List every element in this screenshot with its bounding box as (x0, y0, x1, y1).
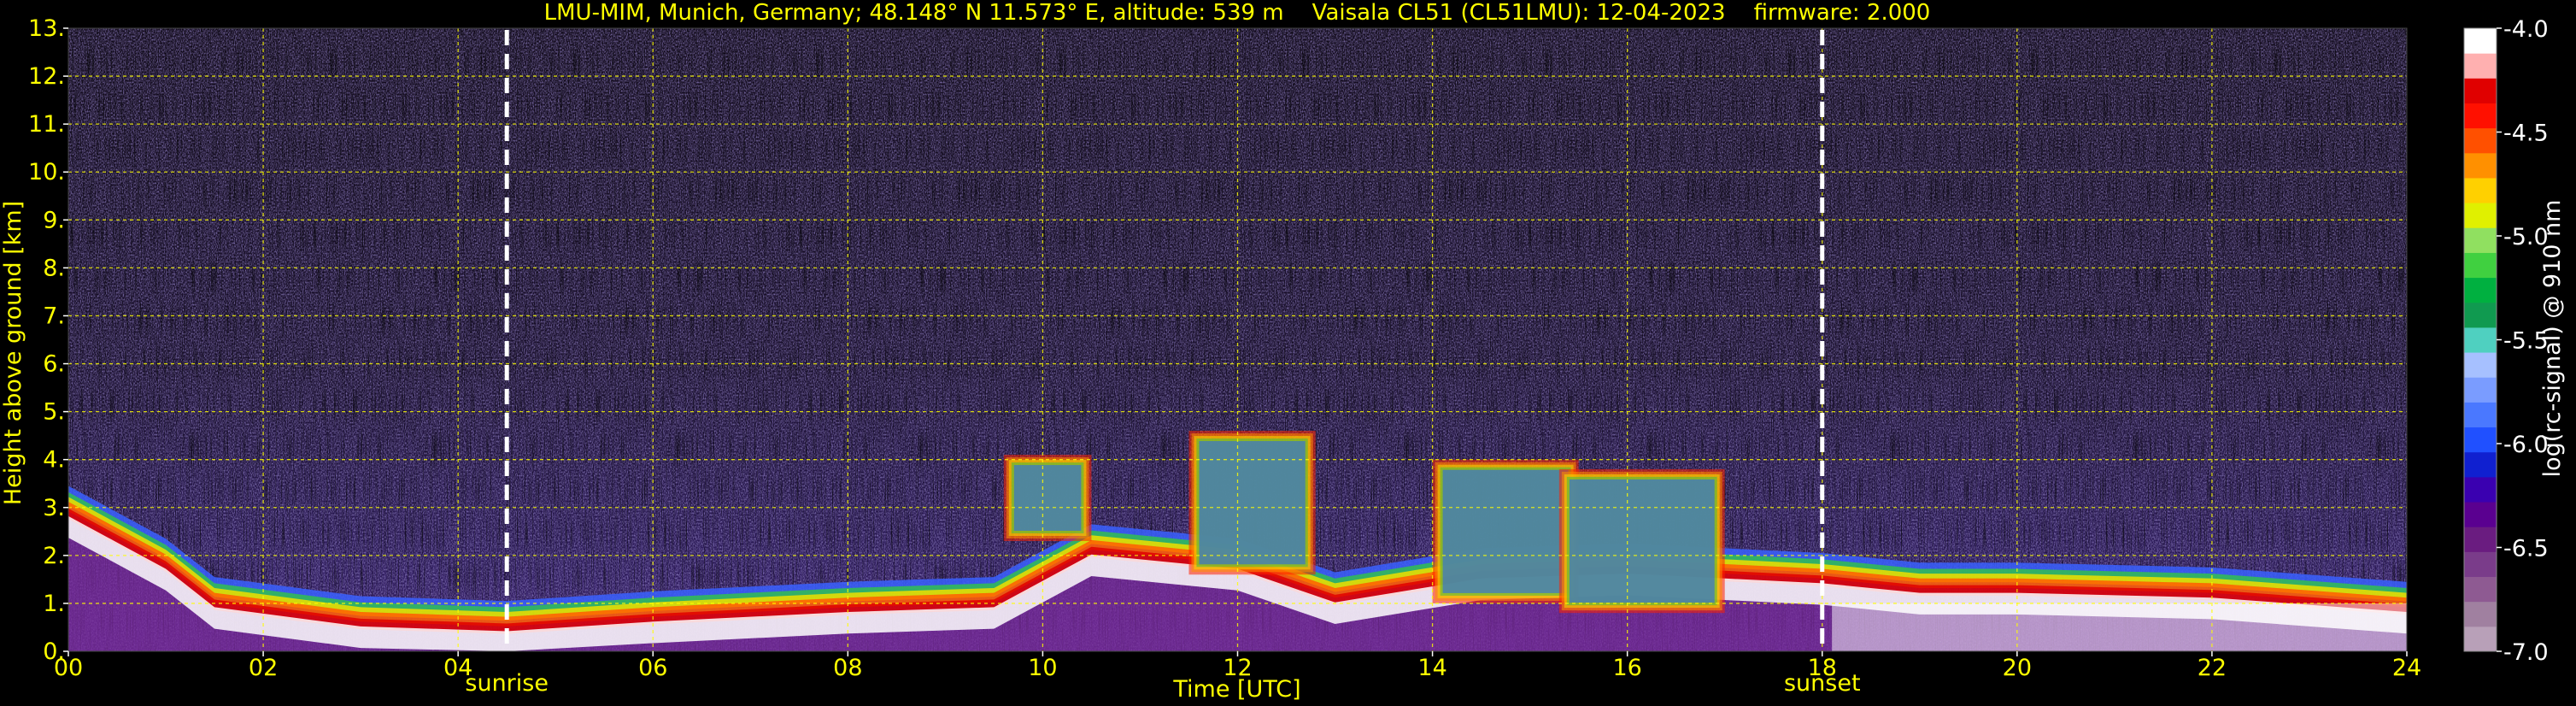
colorbar-segment (2464, 252, 2497, 279)
x-tick-label: 14 (1417, 655, 1446, 681)
y-tick-label: 11. (28, 111, 65, 138)
cloud-layer (1442, 469, 1569, 593)
y-tick-label: 12. (28, 63, 65, 90)
colorbar-tick-label: -4.5 (2503, 121, 2549, 147)
colorbar-segment (2464, 476, 2497, 503)
x-tick-label: 02 (249, 655, 278, 681)
colorbar-segment (2464, 103, 2497, 129)
colorbar-segment (2464, 352, 2497, 378)
colorbar-tick-label: -4.0 (2503, 16, 2549, 43)
y-tick-label: 0. (43, 638, 65, 665)
surface-layer (1832, 603, 2407, 651)
y-tick-label: 7. (43, 303, 65, 329)
colorbar-segment (2464, 626, 2497, 652)
colorbar-segment (2464, 78, 2497, 103)
colorbar-segment (2464, 53, 2497, 79)
colorbar-tick-label: -7.0 (2503, 639, 2549, 666)
colorbar-segment (2464, 527, 2497, 552)
x-axis-label: Time [UTC] (1172, 676, 1300, 703)
x-tick-label: 04 (443, 655, 472, 681)
colorbar-label: log(rc-signal) @ 910 nm (2539, 200, 2566, 478)
colorbar-segment (2464, 227, 2497, 253)
y-tick-label: 1. (43, 591, 65, 617)
colorbar-segment (2464, 28, 2497, 54)
colorbar-segment (2464, 551, 2497, 578)
colorbar: -4.0-4.5-5.0-5.5-6.0-6.5-7.0 (2463, 16, 2549, 666)
cloud-layer (1013, 465, 1082, 532)
colorbar-tick-label: -6.5 (2503, 536, 2549, 562)
event-label-sunrise: sunrise (465, 670, 549, 697)
y-tick-label: 2. (43, 543, 65, 569)
colorbar-segment (2464, 451, 2497, 478)
y-tick-label: 9. (43, 207, 65, 233)
x-tick-label: 16 (1612, 655, 1641, 681)
y-axis-ticks: 0. 1. 2. 3. 4. 5. 6. 7. 8. 9. 10. 11. 12. 13. (28, 15, 68, 665)
colorbar-segment (2464, 302, 2497, 328)
x-tick-label: 08 (833, 655, 862, 681)
y-tick-label: 10. (28, 159, 65, 185)
colorbar-segment (2464, 127, 2497, 154)
y-axis-label: Height above ground [km] (0, 201, 26, 505)
colorbar-segment (2464, 402, 2497, 428)
y-tick-label: 6. (43, 351, 65, 378)
y-tick-label: 4. (43, 447, 65, 474)
colorbar-segment (2464, 427, 2497, 453)
colorbar-segment (2464, 203, 2497, 228)
colorbar-segment (2464, 152, 2497, 179)
colorbar-segment (2464, 502, 2497, 527)
y-tick-label: 8. (43, 255, 65, 281)
chart-title: LMU-MIM, Munich, Germany; 48.148° N 11.5… (544, 0, 1931, 26)
colorbar-segment (2464, 277, 2497, 303)
y-tick-label: 13. (28, 15, 65, 42)
colorbar-segment (2464, 601, 2497, 627)
x-tick-label: 20 (2003, 655, 2032, 681)
colorbar-segment (2464, 576, 2497, 603)
x-tick-label: 24 (2392, 655, 2421, 681)
colorbar-segment (2464, 377, 2497, 403)
colorbar-segment (2464, 327, 2497, 353)
ceilometer-chart: sunrise sunset 00 02 04 06 08 10 12 14 16 18 20 22 24… (0, 0, 2566, 703)
y-tick-label: 5. (43, 399, 65, 426)
x-tick-label: 10 (1028, 655, 1057, 681)
x-tick-label: 18 (1808, 655, 1837, 681)
y-tick-label: 3. (43, 495, 65, 521)
x-tick-label: 06 (638, 655, 667, 681)
colorbar-segment (2464, 177, 2497, 203)
x-tick-label: 22 (2198, 655, 2227, 681)
cloud-layer (1569, 479, 1715, 603)
